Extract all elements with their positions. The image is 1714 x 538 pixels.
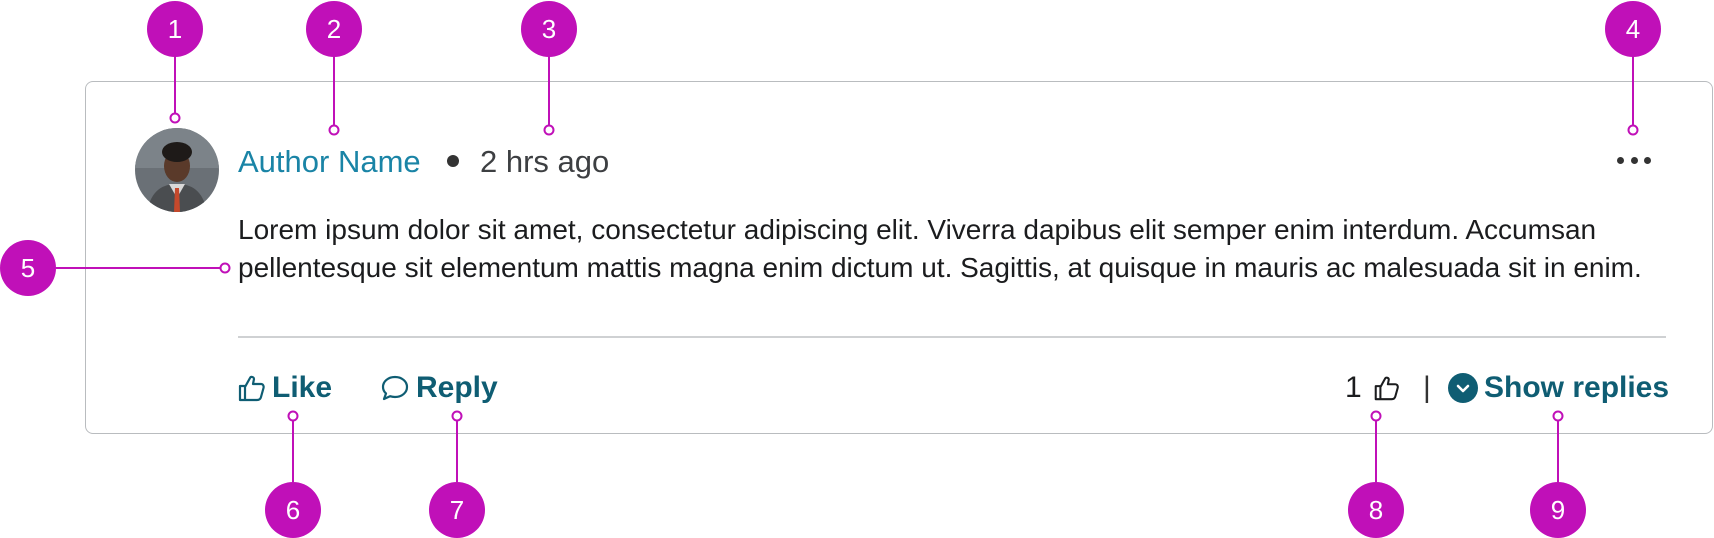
- callout-anchor: [219, 262, 231, 274]
- callout-anchor: [169, 112, 181, 124]
- callout-anchor: [451, 410, 463, 422]
- callout-7: 7: [429, 482, 485, 538]
- callout-4: 4: [1605, 1, 1661, 57]
- callout-anchor: [287, 410, 299, 422]
- callout-9: 9: [1530, 482, 1586, 538]
- callout-anchor: [1370, 410, 1382, 422]
- callout-leaders: [56, 56, 1639, 482]
- callout-anchor: [1627, 124, 1639, 136]
- callout-3: 3: [521, 1, 577, 57]
- callout-anchor: [328, 124, 340, 136]
- callout-2: 2: [306, 1, 362, 57]
- callout-5: 5: [0, 240, 56, 296]
- callout-1: 1: [147, 1, 203, 57]
- callout-anchor: [1552, 410, 1564, 422]
- callout-anchor: [543, 124, 555, 136]
- callout-6: 6: [265, 482, 321, 538]
- callout-8: 8: [1348, 482, 1404, 538]
